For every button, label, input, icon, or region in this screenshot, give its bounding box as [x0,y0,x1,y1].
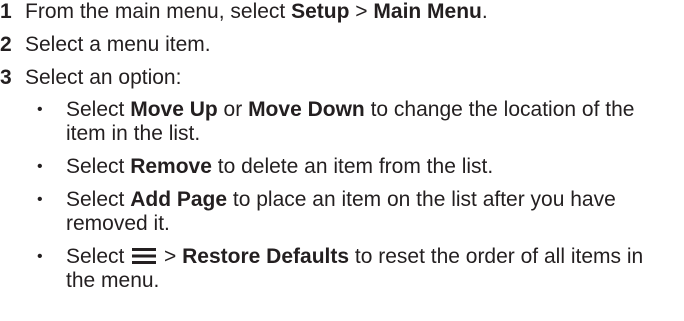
bullet-marker: • [37,101,43,118]
step-number: 2 [0,33,12,56]
text-segment: Select [66,245,131,268]
text-segment: From the main menu, select [25,0,292,23]
text-segment: Select [66,98,131,121]
step-number: 1 [0,0,12,23]
option-list: • Select Move Up or Move Down to change … [0,98,684,293]
step-2: 2 Select a menu item. [0,33,684,57]
menu-label-setup: Setup [291,0,350,23]
bullet-marker: • [37,158,43,175]
menu-label-restore-defaults: Restore Defaults [182,245,350,268]
bullet-marker: • [37,191,43,208]
text-segment: or [217,98,249,121]
text-segment: to delete an item from the list. [211,155,494,178]
step-3: 3 Select an option: [0,66,684,90]
text-segment: . [481,0,488,23]
menu-label-move-up: Move Up [130,98,218,121]
option-item: • Select > Restore Defaults to reset the… [0,245,684,293]
menu-label-move-down: Move Down [248,98,365,121]
menu-label-add-page: Add Page [130,188,228,211]
option-text: Select Move Up or Move Down to change th… [66,98,666,146]
text-segment: Select [66,188,131,211]
step-number: 3 [0,66,12,89]
option-item: • Select Add Page to place an item on th… [0,188,684,236]
option-text: Select Add Page to place an item on the … [66,188,666,236]
bullet-marker: • [37,248,43,265]
text-segment: > [349,0,374,23]
instruction-document: 1 From the main menu, select Setup > Mai… [0,0,684,302]
option-item: • Select Move Up or Move Down to change … [0,98,684,146]
text-segment: > [158,245,183,268]
menu-label-main-menu: Main Menu [373,0,482,23]
menu-icon [132,248,157,264]
step-text: From the main menu, select Setup > Main … [25,0,488,23]
option-item: • Select Remove to delete an item from t… [0,155,684,179]
option-text: Select Remove to delete an item from the… [66,155,666,179]
step-1: 1 From the main menu, select Setup > Mai… [0,0,684,24]
option-text: Select > Restore Defaults to reset the o… [66,245,666,293]
step-text: Select an option: [25,66,182,89]
menu-label-remove: Remove [130,155,212,178]
text-segment: Select [66,155,131,178]
step-text: Select a menu item. [25,33,211,56]
